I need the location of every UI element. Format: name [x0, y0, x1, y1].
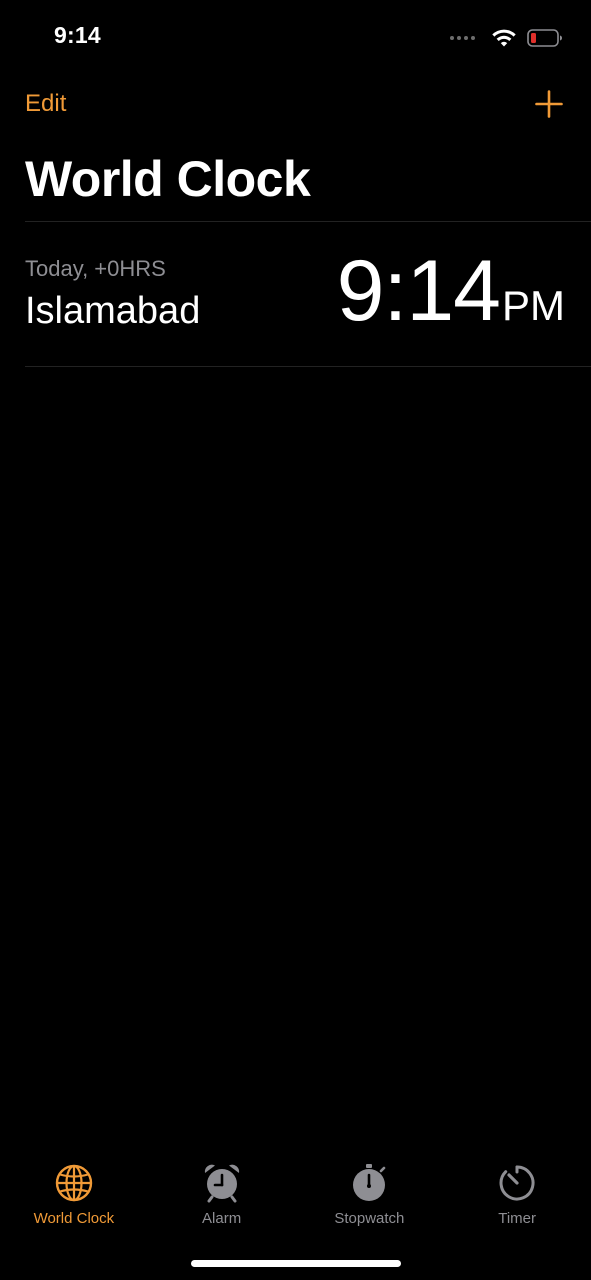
tab-label: Alarm [202, 1210, 242, 1227]
tab-label: World Clock [33, 1210, 115, 1227]
edit-button[interactable]: Edit [25, 90, 66, 118]
clock-time: 9:14 [336, 243, 501, 339]
tab-bar: World Clock Alarm Stopwatch Timer [0, 1156, 591, 1246]
tab-world-clock[interactable]: World Clock [0, 1156, 148, 1246]
cellular-signal-icon [450, 36, 475, 40]
home-indicator[interactable] [191, 1260, 401, 1267]
alarm-clock-icon [201, 1162, 243, 1204]
tab-alarm[interactable]: Alarm [148, 1156, 296, 1246]
plus-icon[interactable] [535, 90, 563, 118]
timer-icon [496, 1162, 538, 1204]
clock-time-display: 9:14 PM [337, 248, 565, 334]
clock-row[interactable]: Today, +0HRS Islamabad 9:14 PM [0, 222, 591, 366]
wifi-icon [491, 28, 517, 48]
tab-label: Timer [498, 1210, 537, 1227]
battery-icon [527, 28, 563, 48]
page-title: World Clock [25, 151, 311, 207]
status-time: 9:14 [54, 22, 101, 48]
clock-ampm: PM [502, 282, 565, 329]
divider [25, 366, 591, 367]
globe-icon [53, 1162, 95, 1204]
tab-label: Stopwatch [334, 1210, 405, 1227]
status-icons [450, 24, 563, 52]
tab-timer[interactable]: Timer [443, 1156, 591, 1246]
status-bar: 9:14 [0, 0, 591, 76]
tab-stopwatch[interactable]: Stopwatch [296, 1156, 444, 1246]
stopwatch-icon [348, 1162, 390, 1204]
clock-offset: Today, +0HRS [25, 256, 166, 281]
clock-city: Islamabad [25, 290, 201, 332]
navigation-bar: Edit [0, 76, 591, 136]
